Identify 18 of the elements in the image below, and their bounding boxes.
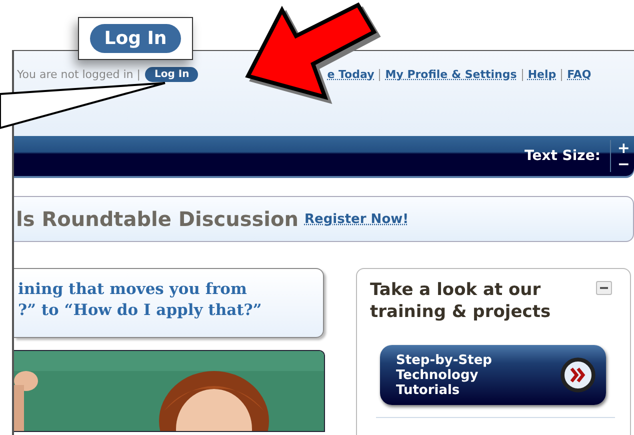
text-size-label: Text Size: xyxy=(524,148,600,164)
collapse-icon[interactable] xyxy=(596,281,612,295)
banner-title: ls Roundtable Discussion xyxy=(16,207,299,231)
tutorials-button[interactable]: Step-by-Step Technology Tutorials xyxy=(380,345,606,405)
header-link[interactable]: FAQ xyxy=(567,68,592,81)
quote-text: ining that moves you from xyxy=(18,278,248,299)
quote-text: ?” to “How do I apply that?” xyxy=(18,299,263,320)
header-link[interactable]: Help xyxy=(528,68,556,81)
decrease-text-button[interactable]: − xyxy=(617,156,630,172)
forward-icon xyxy=(560,357,596,393)
login-button[interactable]: Log In xyxy=(90,24,181,53)
header-link[interactable]: e Today xyxy=(327,68,374,81)
login-status: You are not logged in | xyxy=(17,68,140,81)
header-link[interactable]: My Profile & Settings xyxy=(385,68,517,81)
register-link[interactable]: Register Now! xyxy=(304,212,409,226)
login-button[interactable]: Log In xyxy=(145,67,198,82)
increase-text-button[interactable]: + xyxy=(617,140,630,156)
sidebar-title: Take a look at our training & projects xyxy=(370,279,552,323)
